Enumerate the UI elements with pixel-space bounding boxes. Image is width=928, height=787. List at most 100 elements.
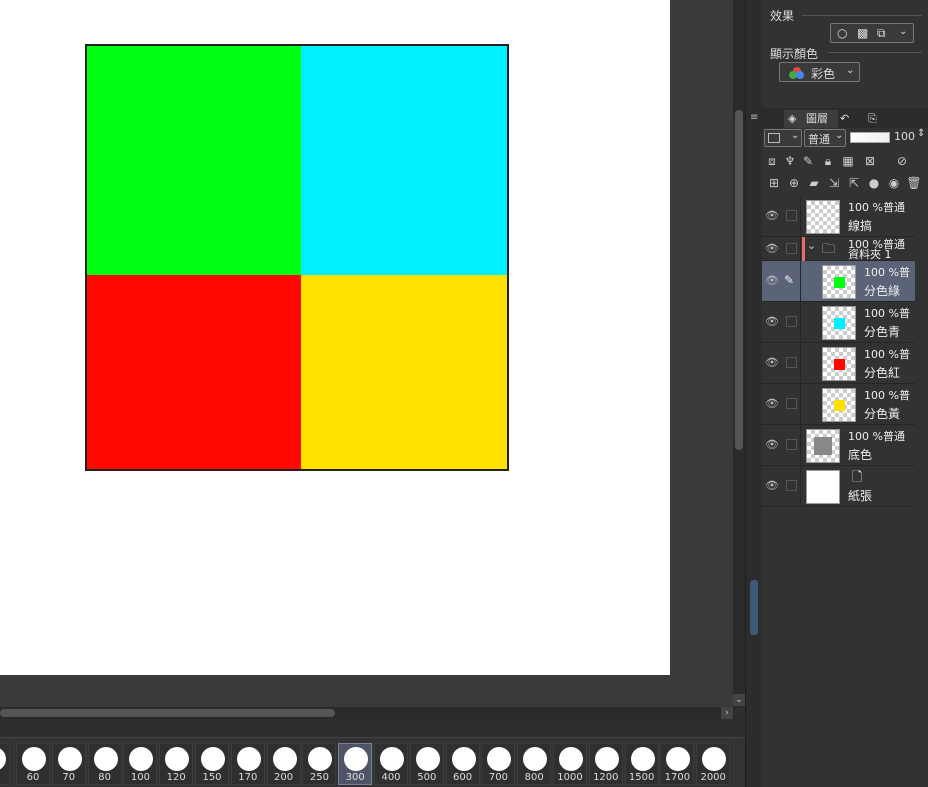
dock-handle-icon[interactable] (750, 580, 758, 635)
visibility-eye-icon[interactable]: 👁︎ (765, 479, 779, 493)
opacity-spinner-icon[interactable]: ⇕ (917, 128, 925, 139)
visibility-eye-icon[interactable]: 👁︎ (765, 315, 779, 329)
paper-sheet[interactable] (0, 0, 670, 675)
brush-dot-icon (0, 747, 6, 771)
create-mask-icon[interactable]: ● (866, 175, 882, 191)
editing-pen-icon[interactable]: ✎ (784, 273, 794, 287)
vertical-scroll-thumb[interactable] (735, 110, 743, 450)
brush-size-500[interactable]: 500 (409, 743, 444, 785)
layer-row-folder[interactable]: 👁︎ ⌄ 🗀︎ 100 %普通 資料夾 1 (762, 237, 915, 261)
brush-size-200[interactable]: 200 (266, 743, 301, 785)
brush-size-80[interactable]: 80 (87, 743, 122, 785)
layer-lock-checkbox[interactable] (786, 398, 797, 409)
visibility-eye-icon[interactable]: 👁︎ (765, 242, 779, 256)
lock-transparency-icon[interactable]: ▦ (840, 153, 856, 169)
layer-row-paper[interactable]: 👁︎ 🗋︎ 紙張 (762, 466, 915, 507)
layer-lock-checkbox[interactable] (786, 243, 797, 254)
property-icon: ⎘ (868, 112, 877, 125)
horizontal-scroll-thumb[interactable] (0, 709, 335, 717)
brush-size-70[interactable]: 70 (51, 743, 86, 785)
new-raster-layer-icon[interactable]: ⊞ (766, 175, 782, 191)
brush-size-1200[interactable]: 1200 (588, 743, 623, 785)
new-vector-layer-icon[interactable]: ⊕ (786, 175, 802, 191)
vertical-scrollbar[interactable]: ⌄ (733, 0, 745, 707)
green-region (87, 46, 301, 275)
layer-row-green[interactable]: 👁︎ ✎ 100 %普 分色綠 (762, 261, 915, 302)
layer-info: 100 %普通 (848, 430, 905, 443)
tab-property[interactable]: ⎘ (868, 110, 894, 128)
brush-size-1700[interactable]: 1700 (660, 743, 695, 785)
transfer-down-icon[interactable]: ⇲ (826, 175, 842, 191)
draft-icon[interactable]: ✎ (800, 153, 816, 169)
layer-color-icon (768, 133, 780, 143)
ruler-icon[interactable]: ⊘ (894, 153, 910, 169)
right-panel: ≡ 效果 ○ ▩ ⧉ ⌄ 顯示顏色 彩色 ⌄ ◈ 圖層 ↶ ⎘ ⌄ 普通 ⌄ 1… (745, 0, 928, 787)
delete-layer-icon[interactable]: 🗑︎ (906, 175, 922, 191)
brush-dot-icon (22, 747, 46, 771)
brush-size-label: 700 (488, 772, 508, 783)
layer-row-line[interactable]: 👁︎ 100 %普通 線搞 (762, 196, 915, 237)
artwork[interactable] (85, 44, 509, 471)
clipping-icon[interactable]: ⧈ (764, 153, 780, 169)
brush-size-300[interactable]: 300 (338, 743, 373, 785)
brush-size-170[interactable]: 170 (230, 743, 265, 785)
brush-size-2000[interactable]: 2000 (696, 743, 731, 785)
menu-icon[interactable]: ≡ (750, 112, 758, 123)
brush-size-label: 1500 (628, 772, 655, 783)
tab-history[interactable]: ↶ (840, 110, 866, 128)
merge-down-icon[interactable]: ⇱ (846, 175, 862, 191)
display-color-select[interactable]: 彩色 ⌄ (779, 62, 860, 82)
layer-panel-tabs: ◈ 圖層 ↶ ⎘ (762, 108, 928, 128)
horizontal-scrollbar[interactable]: › (0, 707, 735, 719)
layer-lock-checkbox[interactable] (786, 439, 797, 450)
canvas-area[interactable] (0, 0, 735, 707)
layer-row-yellow[interactable]: 👁︎ 100 %普 分色黃 (762, 384, 915, 425)
scroll-down-icon[interactable]: ⌄ (733, 694, 745, 706)
lock-icon[interactable]: 🔒︎ (820, 153, 836, 169)
effect-combo[interactable]: ○ ▩ ⧉ ⌄ (830, 23, 914, 43)
brush-size-label: 500 (417, 772, 437, 783)
brush-size-label: 100 (130, 772, 150, 783)
new-folder-icon[interactable]: ▰ (806, 175, 822, 191)
brush-size-800[interactable]: 800 (517, 743, 552, 785)
layer-lock-checkbox[interactable] (786, 480, 797, 491)
layer-lock-checkbox[interactable] (786, 210, 797, 221)
brush-size-700[interactable]: 700 (481, 743, 516, 785)
apply-mask-icon[interactable]: ◉ (886, 175, 902, 191)
layer-name: 分色黃 (864, 407, 901, 421)
layer-lock-checkbox[interactable] (786, 316, 797, 327)
tab-layer[interactable]: ◈ 圖層 (784, 110, 838, 128)
color-swatch (834, 277, 845, 288)
brush-size-1000[interactable]: 1000 (553, 743, 587, 785)
brush-size-250[interactable]: 250 (302, 743, 337, 785)
reference-icon[interactable]: ♆ (782, 153, 798, 169)
layer-row-base[interactable]: 👁︎ 100 %普通 底色 (762, 425, 915, 466)
layer-thumbnail (806, 200, 840, 234)
visibility-eye-icon[interactable]: 👁︎ (765, 209, 779, 223)
visibility-eye-icon[interactable]: 👁︎ (765, 397, 779, 411)
layer-row-red[interactable]: 👁︎ 100 %普 分色紅 (762, 343, 915, 384)
layer-row-cyan[interactable]: 👁︎ 100 %普 分色青 (762, 302, 915, 343)
brush-size-600[interactable]: 600 (445, 743, 480, 785)
red-region (87, 275, 301, 469)
brush-size-partial[interactable]: 0 (0, 743, 10, 785)
brush-size-400[interactable]: 400 (374, 743, 408, 785)
brush-size-1500[interactable]: 1500 (624, 743, 659, 785)
layer-lock-checkbox[interactable] (786, 357, 797, 368)
opacity-value[interactable]: 100 (894, 130, 915, 143)
chevron-down-icon[interactable]: ⌄ (807, 239, 816, 252)
opacity-slider[interactable] (850, 132, 890, 143)
brush-size-120[interactable]: 120 (159, 743, 194, 785)
brush-dot-icon (451, 747, 476, 771)
mask-icon[interactable]: ⊠ (862, 153, 878, 169)
brush-size-150[interactable]: 150 (195, 743, 229, 785)
brush-size-60[interactable]: 60 (16, 743, 50, 785)
visibility-eye-icon[interactable]: 👁︎ (765, 274, 779, 288)
brush-dot-icon (630, 747, 655, 771)
brush-size-100[interactable]: 100 (123, 743, 158, 785)
scroll-right-icon[interactable]: › (721, 707, 733, 719)
blend-mode-select[interactable]: 普通 ⌄ (804, 129, 846, 147)
layer-color-combo[interactable]: ⌄ (764, 129, 802, 147)
visibility-eye-icon[interactable]: 👁︎ (765, 438, 779, 452)
visibility-eye-icon[interactable]: 👁︎ (765, 356, 779, 370)
